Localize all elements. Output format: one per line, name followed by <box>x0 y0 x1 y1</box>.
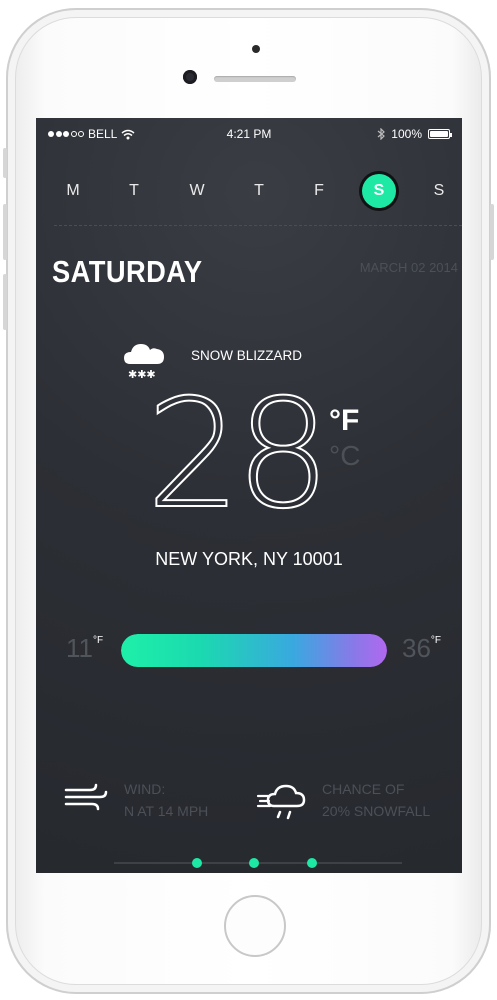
header-divider <box>54 225 462 226</box>
snow-chance-value: 20% SNOWFALL <box>322 803 431 819</box>
day-wednesday[interactable]: W <box>180 174 214 208</box>
temp-high-value: 36 <box>402 633 431 663</box>
snow-chance-label: CHANCE OF <box>322 781 405 797</box>
temp-high-unit: °F <box>430 635 442 646</box>
power-button <box>490 204 494 260</box>
page-dot-1[interactable] <box>192 858 202 868</box>
day-thursday[interactable]: T <box>242 174 276 208</box>
mute-switch <box>3 148 7 178</box>
proximity-sensor <box>252 45 260 53</box>
condition-label: SNOW BLIZZARD <box>191 348 303 363</box>
temp-low-value: 11 <box>66 633 93 663</box>
temperature-value: 28 <box>145 368 332 542</box>
page-dot-3[interactable] <box>307 858 317 868</box>
day-selector: M T W T F S S <box>36 174 462 214</box>
bluetooth-icon <box>377 128 386 140</box>
snow-chance-info: CHANCE OF 20% SNOWFALL <box>322 778 430 822</box>
temp-low-unit: °F <box>93 635 104 646</box>
page-indicator <box>114 858 402 868</box>
volume-up-button <box>3 204 7 260</box>
battery-icon <box>428 129 452 139</box>
wind-value: N AT 14 MPH <box>124 803 209 819</box>
temp-low: 11°F <box>66 633 103 664</box>
battery-percent: 100% <box>391 127 422 141</box>
date-label: MARCH 02 2014 <box>359 260 458 275</box>
unit-fahrenheit[interactable]: °F <box>329 404 359 438</box>
temp-range-fill <box>121 634 387 667</box>
status-bar: BELL 4:21 PM 100% <box>36 118 462 150</box>
weather-screen: BELL 4:21 PM 100% M T W T F S S SATURDAY… <box>36 118 462 873</box>
temp-range-bar <box>121 634 387 667</box>
home-button[interactable] <box>224 895 286 957</box>
temp-high: 36°F <box>402 633 441 664</box>
unit-celsius[interactable]: °C <box>329 440 360 472</box>
day-monday[interactable]: M <box>56 174 90 208</box>
wind-icon <box>64 783 108 811</box>
page-dot-2[interactable] <box>249 858 259 868</box>
day-tuesday[interactable]: T <box>117 174 151 208</box>
rain-cloud-icon <box>256 784 306 820</box>
volume-down-button <box>3 274 7 330</box>
wind-info: WIND: N AT 14 MPH <box>124 778 208 822</box>
day-saturday[interactable]: S <box>362 174 396 208</box>
day-friday[interactable]: F <box>302 174 336 208</box>
front-camera <box>183 70 197 84</box>
wind-label: WIND: <box>124 781 166 797</box>
day-sunday[interactable]: S <box>422 174 456 208</box>
earpiece-speaker <box>214 76 296 82</box>
location-label: NEW YORK, NY 10001 <box>155 549 343 569</box>
day-title: SATURDAY <box>52 254 203 289</box>
